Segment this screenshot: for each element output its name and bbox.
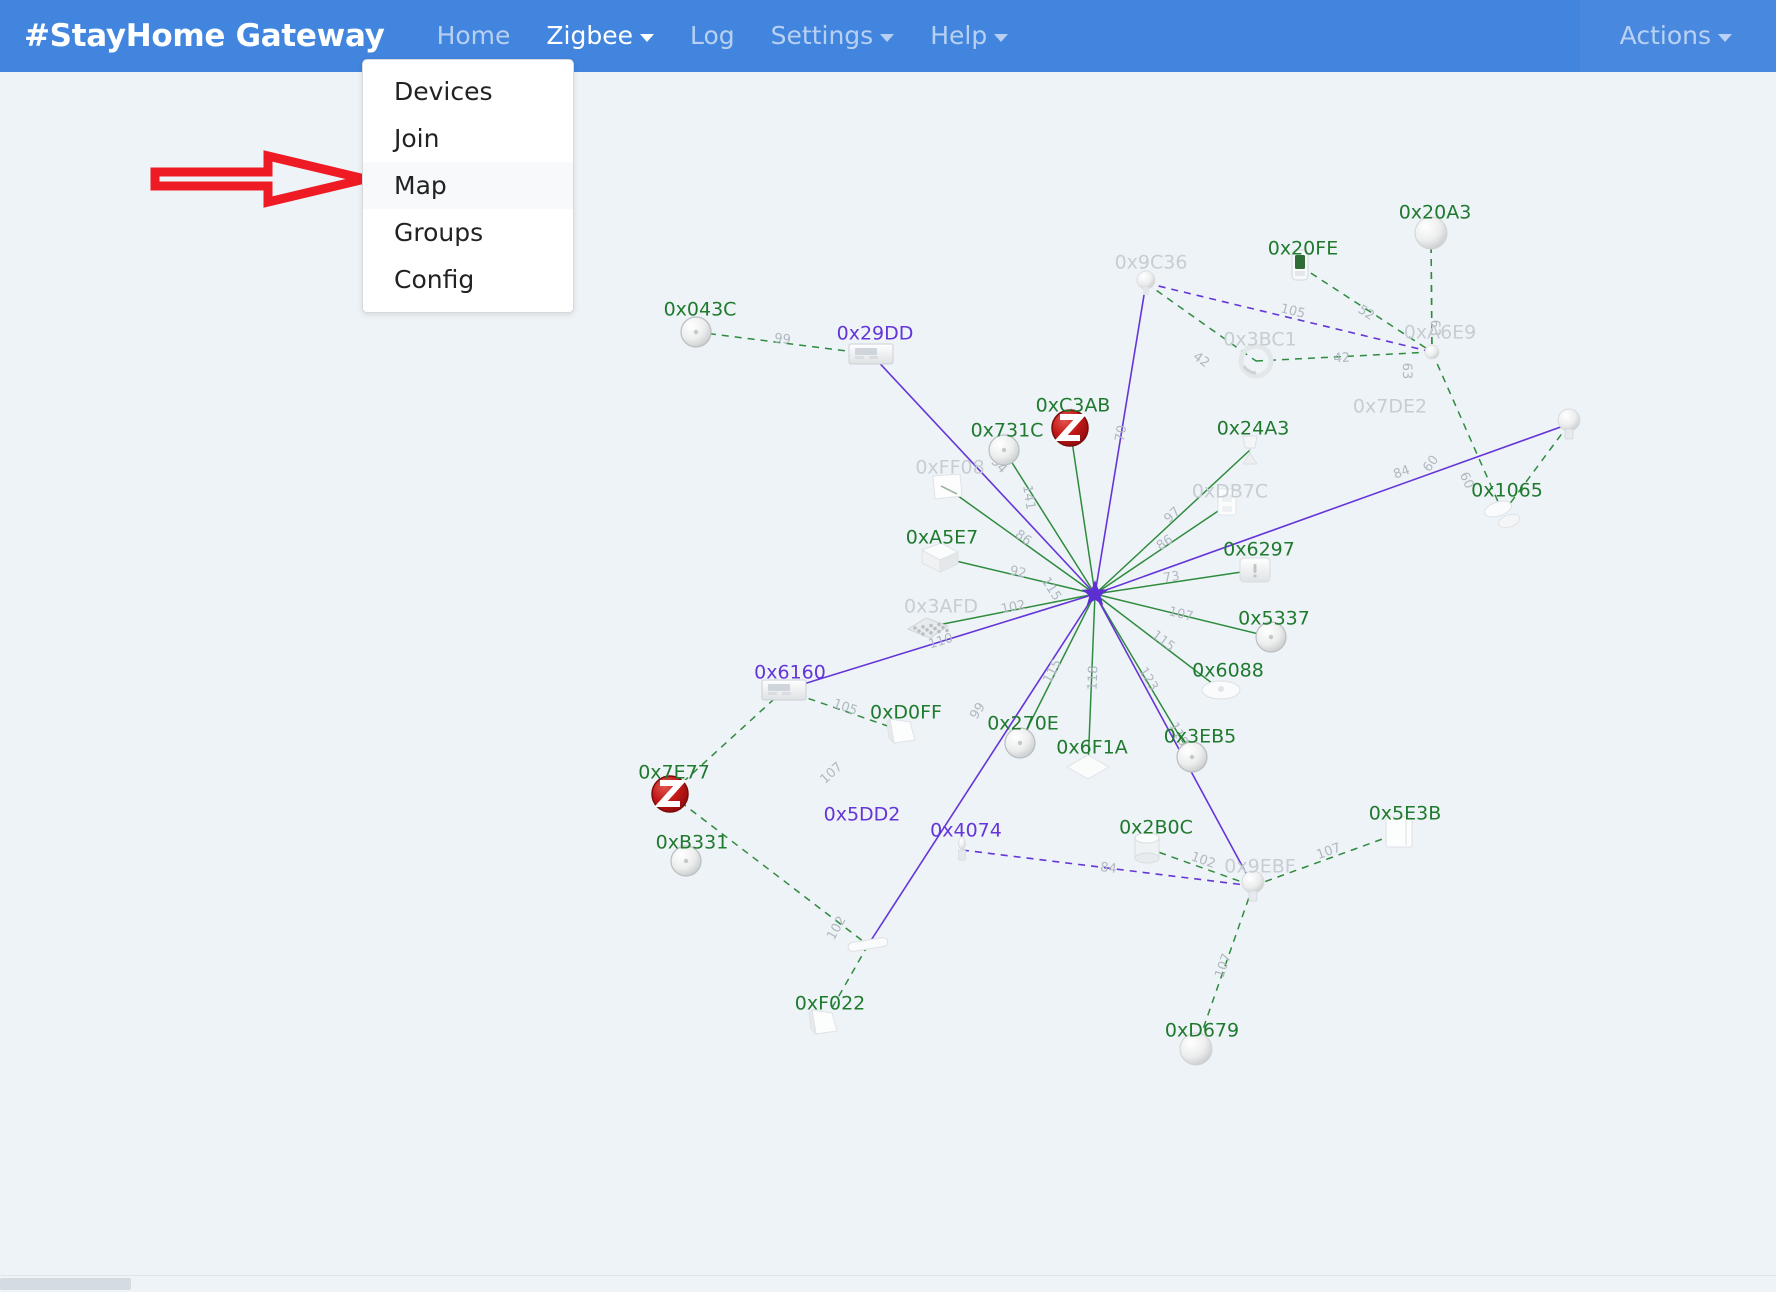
top-navbar: #StayHome Gateway Home Zigbee Log Settin… [0, 0, 1776, 72]
node-label: 0xFF08 [915, 457, 984, 479]
graph-node[interactable] [1483, 498, 1522, 530]
red-arrow-annotation [150, 148, 370, 214]
graph-node[interactable] [847, 937, 889, 952]
nav-link-settings[interactable]: Settings [753, 0, 913, 72]
graph-node[interactable] [1242, 435, 1258, 465]
edge-lqi-label: 105 [1279, 301, 1307, 321]
edge-lqi-label: 99 [967, 700, 989, 722]
node-label: 0xC3AB [1036, 395, 1111, 417]
edge-lqi-label: 84 [1392, 463, 1413, 483]
menu-item-join[interactable]: Join [363, 115, 573, 162]
edge-lqi-label: 70 [1113, 424, 1130, 443]
node-label: 0x29DD [837, 323, 914, 345]
edge-lqi-label: 107 [817, 760, 845, 788]
edge-lqi-label: 123 [1135, 665, 1161, 694]
node-label: 0xA5E7 [906, 527, 979, 549]
edge-lqi-label: 86 [1012, 527, 1034, 549]
edge-lqi-label: 115 [1038, 575, 1064, 604]
node-label: 0x20FE [1268, 238, 1338, 260]
graph-node[interactable] [1201, 680, 1241, 700]
edge-lqi-label: 52 [1355, 302, 1377, 324]
node-label: 0x731C [971, 420, 1044, 442]
edge-lqi-label: 42 [1190, 349, 1212, 371]
edge-lqi-label: 60 [1420, 453, 1442, 475]
edge-lqi-label: 102 [1000, 598, 1027, 618]
menu-item-config[interactable]: Config [363, 256, 573, 303]
node-label: 0x270E [987, 713, 1059, 735]
chevron-down-icon [639, 34, 654, 42]
scrollbar-thumb[interactable] [0, 1278, 131, 1290]
edge-lqi-label: 63 [1399, 363, 1414, 380]
node-label: 0xA6E9 [1404, 322, 1477, 344]
edge-lqi-label: 105 [831, 697, 859, 719]
node-label: 0x2B0C [1119, 817, 1193, 839]
brand-title[interactable]: #StayHome Gateway [24, 18, 385, 54]
nav-link-help-label: Help [930, 21, 988, 50]
graph-edge[interactable] [1069, 427, 1096, 595]
graph-node[interactable] [1239, 557, 1271, 583]
edge-lqi-label: 107 [1213, 952, 1235, 980]
node-label: 0x5337 [1238, 608, 1310, 630]
node-label: 0x6297 [1223, 539, 1295, 561]
edge-lqi-label: 73 [1162, 569, 1181, 586]
edge-lqi-label: 102 [1189, 849, 1217, 871]
chevron-down-icon [880, 34, 895, 42]
node-label: 0x20A3 [1399, 202, 1472, 224]
node-label: 0x6088 [1192, 660, 1264, 682]
graph-node[interactable] [1065, 754, 1111, 780]
graph-node[interactable] [1136, 270, 1156, 295]
edge-lqi-label: 84 [1099, 860, 1117, 877]
zigbee-dropdown-menu: Devices Join Map Groups Config [362, 59, 574, 313]
node-label: 0x3AFD [904, 596, 978, 618]
menu-item-groups[interactable]: Groups [363, 209, 573, 256]
edge-lqi-label: 97 [1161, 504, 1183, 526]
graph-node[interactable] [1424, 344, 1440, 360]
menu-item-map[interactable]: Map [363, 162, 573, 209]
nav-link-log-label: Log [689, 21, 735, 50]
node-label: 0x1065 [1471, 480, 1543, 502]
actions-tab-highlight [1580, 0, 1776, 72]
edge-lqi-label: 42 [1333, 351, 1350, 367]
edge-lqi-label: 115 [1149, 628, 1178, 655]
node-label: 0xB331 [656, 832, 729, 854]
node-label: 0xD679 [1165, 1020, 1239, 1042]
menu-item-devices[interactable]: Devices [363, 68, 573, 115]
node-labels-layer: 0x043C 0x29DD 0x9C36 0x20FE 0x20A3 0x3BC1 0xA6… [638, 202, 1543, 1042]
edge-lqi-label: 99 [773, 331, 791, 348]
nav-link-help[interactable]: Help [912, 0, 1026, 72]
edge-lqi-label: 118 [1086, 665, 1102, 690]
graph-node[interactable] [680, 316, 712, 348]
edge-lqi-label: 107 [1167, 604, 1195, 624]
node-label: 0x3BC1 [1223, 329, 1296, 351]
node-label: 0x4074 [930, 820, 1002, 842]
node-label: 0x5DD2 [824, 804, 901, 826]
nav-link-log[interactable]: Log [672, 0, 753, 72]
zigbee-map-canvas[interactable]: 99 94 70 105 42 42 52 63 63 60 60 84 115 141 97 86 86 92 7… [0, 72, 1776, 1284]
node-label: 0x24A3 [1217, 418, 1290, 440]
edge-lqi-label: 141 [1019, 484, 1038, 511]
node-label: 0x9EBF [1224, 856, 1295, 878]
chevron-down-icon [994, 34, 1009, 42]
node-label: 0xF022 [795, 993, 866, 1015]
graph-node[interactable] [848, 343, 894, 365]
node-label: 0x043C [664, 299, 737, 321]
node-label: 0x9C36 [1115, 252, 1188, 274]
node-label: 0xDB7C [1192, 481, 1268, 503]
node-label: 0x7DE2 [1353, 396, 1427, 418]
node-label: 0x6F1A [1056, 737, 1127, 759]
node-label: 0x7E77 [638, 762, 710, 784]
node-label: 0x5E3B [1369, 803, 1442, 825]
edge-lqi-label: 107 [1315, 840, 1343, 863]
edge-lqi-label: 92 [1008, 563, 1028, 581]
horizontal-scrollbar[interactable] [0, 1275, 1776, 1292]
node-label: 0x3EB5 [1164, 726, 1237, 748]
arrow-icon [150, 150, 367, 208]
nav-link-settings-label: Settings [770, 21, 874, 50]
network-graph[interactable]: 99947010542 425263636060841151419786 8692 7… [0, 72, 1776, 1284]
node-label: 0x6160 [754, 662, 826, 684]
graph-edge[interactable] [867, 593, 1096, 946]
node-label: 0xD0FF [870, 702, 942, 724]
